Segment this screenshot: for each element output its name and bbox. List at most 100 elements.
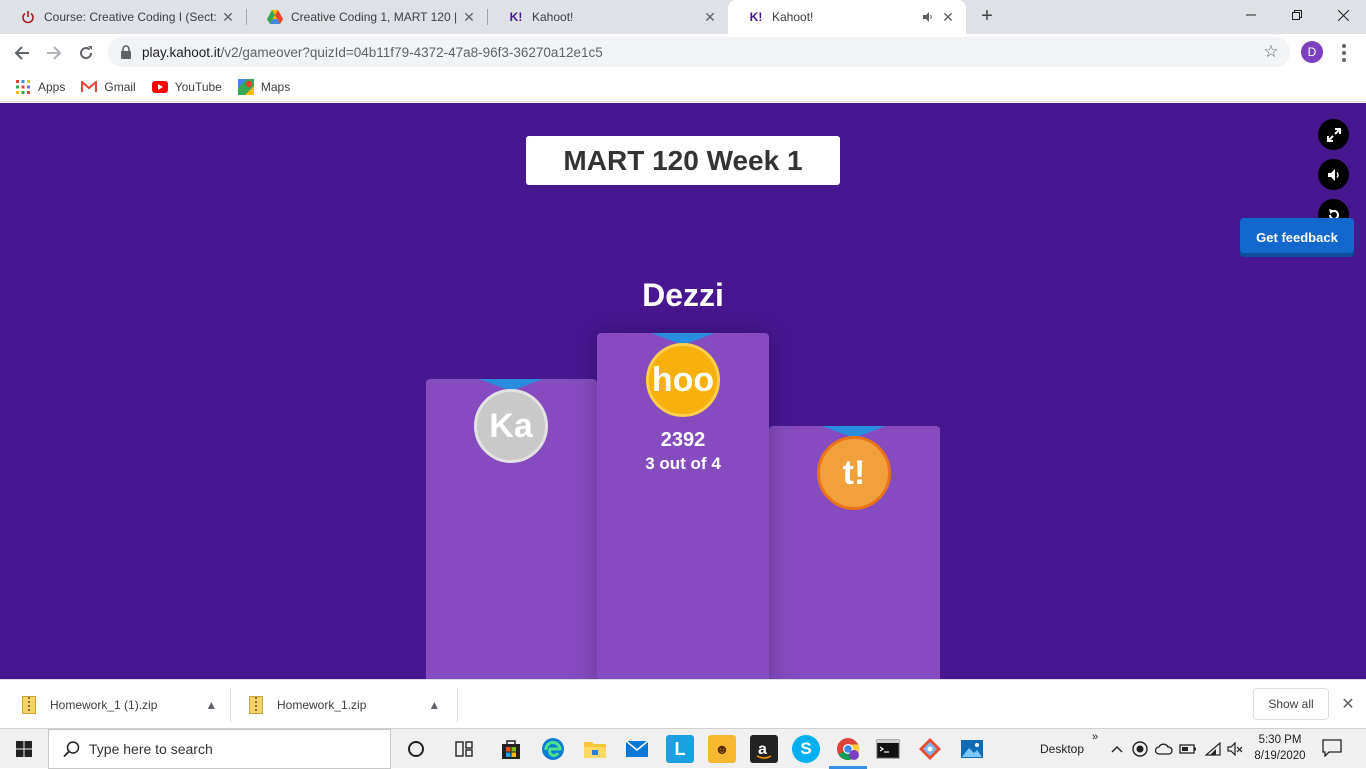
apps-grid-icon (15, 79, 31, 95)
get-feedback-button[interactable]: Get feedback (1240, 218, 1354, 257)
back-button[interactable] (8, 39, 36, 67)
podium-first-place: hoo 2392 3 out of 4 (597, 333, 769, 679)
kahoot-icon: K! (509, 10, 523, 24)
youtube-icon (151, 79, 168, 95)
record-icon[interactable] (1131, 739, 1149, 759)
store-icon[interactable] (497, 735, 525, 763)
bookmark-label: Apps (38, 79, 66, 94)
git-icon[interactable] (916, 735, 944, 763)
download-separator (230, 688, 231, 722)
winner-correct-count: 3 out of 4 (645, 454, 721, 473)
gmail-icon (81, 79, 98, 95)
tab-title: Kahoot! (532, 10, 574, 24)
amazon-icon[interactable]: a (750, 735, 778, 763)
close-window-button[interactable] (1320, 0, 1366, 30)
game-icon[interactable]: ☻ (708, 735, 736, 763)
toolbar-overflow-icon[interactable]: » (1092, 717, 1098, 757)
tab-course[interactable]: Course: Creative Coding I (Sect: 5 ✕ (0, 0, 246, 34)
edge-icon[interactable] (539, 735, 567, 763)
lock-icon (120, 45, 132, 59)
back-arrow-icon (14, 46, 29, 60)
browser-menu-button[interactable] (1336, 39, 1352, 67)
task-view-icon[interactable] (450, 735, 478, 763)
medal-text: Ka (489, 406, 533, 445)
kahoot-icon: K! (749, 10, 763, 24)
tab-kahoot-1[interactable]: K! Kahoot! ✕ (488, 0, 728, 34)
chevron-up-icon[interactable]: ▲ (428, 698, 440, 712)
tab-kahoot-active[interactable]: K! Kahoot! ✕ (728, 0, 966, 34)
bookmark-star-icon[interactable]: ☆ (1262, 43, 1280, 61)
close-downloads-icon[interactable]: ✕ (1338, 692, 1358, 716)
tab-title: Creative Coding 1, MART 120 | Ho (291, 10, 461, 24)
battery-icon[interactable] (1179, 739, 1197, 759)
power-icon (20, 9, 36, 25)
close-icon[interactable]: ✕ (461, 9, 477, 25)
forward-button[interactable] (40, 39, 68, 67)
system-clock[interactable]: 5:30 PM 8/19/2020 (1248, 732, 1312, 764)
close-icon[interactable]: ✕ (702, 9, 718, 25)
clock-time: 5:30 PM (1258, 734, 1302, 746)
download-filename: Homework_1 (1).zip (50, 697, 158, 712)
onedrive-icon[interactable] (1155, 739, 1173, 759)
file-explorer-icon[interactable] (581, 735, 609, 763)
download-item[interactable]: Homework_1 (1).zip ▲ (22, 680, 217, 729)
reload-button[interactable] (72, 39, 100, 67)
forward-arrow-icon (47, 46, 62, 60)
winner-name: Dezzi (642, 277, 724, 313)
drive-icon (267, 9, 283, 25)
photos-icon[interactable] (958, 735, 986, 763)
zip-file-icon (22, 695, 36, 714)
bookmark-youtube[interactable]: YouTube (151, 79, 222, 95)
tab-title: Course: Creative Coding I (Sect: 5 (44, 10, 220, 24)
minimize-button[interactable] (1228, 0, 1274, 30)
address-bar[interactable]: play.kahoot.it/v2/gameover?quizId=04b11f… (108, 37, 1290, 67)
start-button[interactable] (0, 729, 48, 769)
clock-date: 8/19/2020 (1254, 750, 1306, 762)
svg-text:a: a (758, 741, 767, 758)
chevron-up-icon[interactable]: ▲ (205, 698, 217, 712)
download-separator (457, 688, 458, 722)
quiz-title: MART 120 Week 1 (526, 136, 840, 185)
volume-icon (1327, 168, 1339, 181)
wifi-icon[interactable] (1204, 739, 1222, 759)
taskbar-search[interactable]: Type here to search (48, 729, 391, 769)
bookmark-gmail[interactable]: Gmail (81, 79, 136, 95)
winner-score: 2392 (660, 429, 706, 451)
chrome-icon[interactable] (834, 735, 862, 763)
bookmark-apps[interactable]: Apps (15, 79, 65, 95)
terminal-icon[interactable] (874, 735, 902, 763)
speaker-icon[interactable] (920, 9, 936, 25)
download-item[interactable]: Homework_1.zip ▲ (249, 680, 440, 729)
restore-button[interactable] (1274, 0, 1320, 30)
close-icon[interactable]: ✕ (220, 9, 236, 25)
profile-avatar[interactable]: D (1301, 41, 1323, 63)
mail-icon[interactable] (623, 735, 651, 763)
bookmark-maps[interactable]: Maps (237, 78, 291, 95)
podium-third-place: t! (769, 426, 940, 679)
desktop-toolbar-label[interactable]: Desktop (1040, 729, 1084, 769)
search-placeholder: Type here to search (89, 741, 213, 757)
downloads-bar: Homework_1 (1).zip ▲ Homework_1.zip ▲ Sh… (0, 679, 1366, 728)
close-icon[interactable]: ✕ (940, 9, 956, 25)
cortana-icon[interactable] (402, 735, 430, 763)
show-all-button[interactable]: Show all (1253, 688, 1329, 720)
volume-muted-icon[interactable] (1226, 739, 1244, 759)
gold-medal: hoo (646, 343, 720, 417)
skype-icon[interactable]: S (792, 735, 820, 763)
chevron-up-icon[interactable] (1108, 739, 1126, 759)
notification-center-icon[interactable] (1322, 739, 1344, 759)
browser-toolbar: play.kahoot.it/v2/gameover?quizId=04b11f… (0, 34, 1366, 72)
url-text: play.kahoot.it/v2/gameover?quizId=04b11f… (142, 44, 603, 60)
zip-file-icon (249, 695, 263, 714)
bookmark-label: Maps (260, 79, 291, 94)
bookmarks-bar: Apps Gmail YouTube Maps (0, 72, 1366, 102)
fullscreen-button[interactable] (1318, 119, 1349, 150)
silver-medal: Ka (474, 389, 548, 463)
lync-icon[interactable]: L (666, 735, 694, 763)
sound-button[interactable] (1318, 159, 1349, 190)
tab-creative-coding[interactable]: Creative Coding 1, MART 120 | Ho ✕ (247, 0, 487, 34)
bookmark-label: Gmail (104, 79, 136, 94)
windows-logo-icon (16, 741, 32, 757)
new-tab-button[interactable]: + (976, 5, 998, 27)
medal-text: t! (842, 453, 866, 492)
